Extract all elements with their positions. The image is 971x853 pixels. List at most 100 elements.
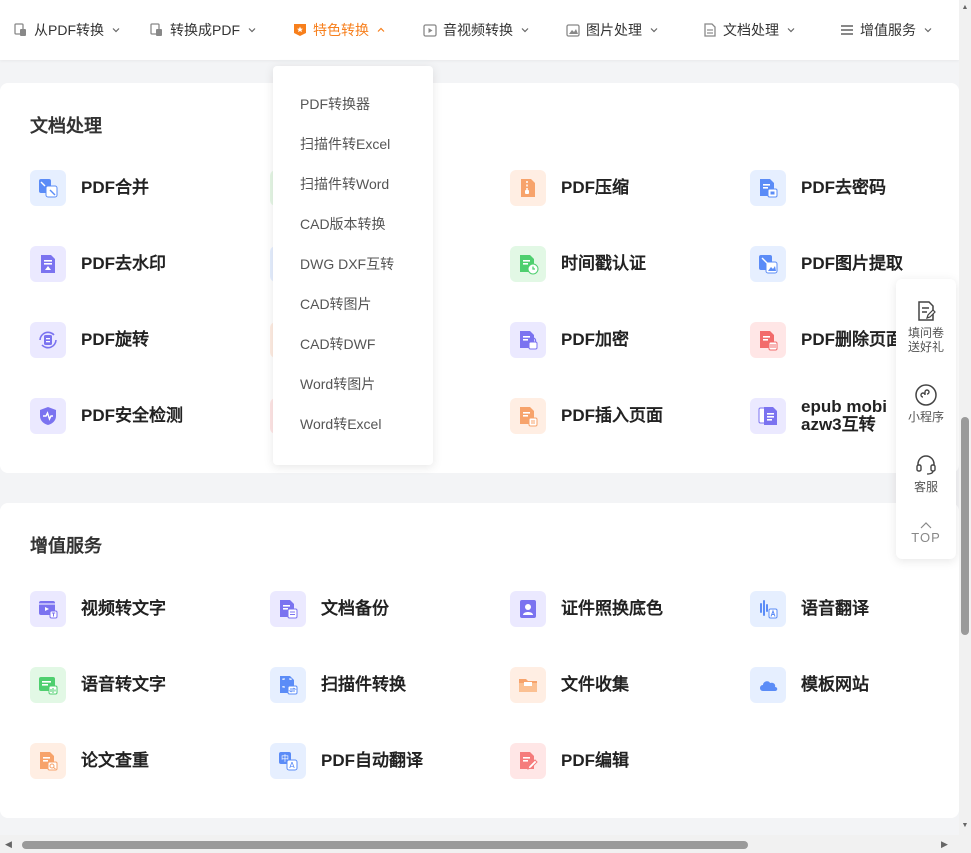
survey-label-line1: 填问卷 <box>907 326 944 340</box>
tool-pdf-unlock[interactable]: PDF去密码 <box>750 170 886 206</box>
tool-timestamp[interactable]: 时间戳认证 <box>510 246 646 282</box>
menu-item-scan-to-excel[interactable]: 扫描件转Excel <box>273 124 433 164</box>
tool-label: PDF压缩 <box>561 178 629 197</box>
edit-icon <box>510 743 546 779</box>
tool-scan-convert[interactable]: 扫描件转换 <box>270 667 406 703</box>
scan-icon <box>270 667 306 703</box>
star-badge-icon <box>293 23 307 37</box>
menu-item-scan-to-word[interactable]: 扫描件转Word <box>273 164 433 204</box>
chevron-down-icon <box>650 26 658 34</box>
tool-voice-translate[interactable]: 语音翻译 <box>750 591 869 627</box>
vertical-scrollbar[interactable]: ▲ ▼ <box>959 0 971 835</box>
play-icon <box>423 23 437 37</box>
voice-text-icon <box>30 667 66 703</box>
video-text-icon <box>30 591 66 627</box>
tool-paper-check[interactable]: 论文查重 <box>30 743 149 779</box>
menu-item-cad-version[interactable]: CAD版本转换 <box>273 204 433 244</box>
tool-label: PDF旋转 <box>81 330 149 349</box>
image-extract-icon <box>750 246 786 282</box>
tool-label: 证件照换底色 <box>561 599 663 618</box>
tool-label: 语音翻译 <box>801 599 869 618</box>
tool-pdf-compress[interactable]: PDF压缩 <box>510 170 629 206</box>
tool-template-site[interactable]: 模板网站 <box>750 667 869 703</box>
floating-side-panel: 填问卷 送好礼 小程序 客服 TOP <box>896 279 956 559</box>
delete-page-icon <box>750 322 786 358</box>
tool-pdf-watermark[interactable]: PDF去水印 <box>30 246 166 282</box>
nav-label: 增值服务 <box>860 22 916 38</box>
section-title: 文档处理 <box>30 116 102 136</box>
nav-label: 文档处理 <box>723 22 779 38</box>
tool-pdf-auto-translate[interactable]: 中A PDF自动翻译 <box>270 743 423 779</box>
tool-pdf-image-extract[interactable]: PDF图片提取 <box>750 246 903 282</box>
tool-label: 视频转文字 <box>81 599 166 618</box>
scroll-down-arrow-icon[interactable]: ▼ <box>961 822 969 830</box>
nav-from-pdf[interactable]: 从PDF转换 <box>14 0 120 60</box>
image-icon <box>566 23 580 37</box>
tool-label: 扫描件转换 <box>321 675 406 694</box>
nav-av-convert[interactable]: 音视频转换 <box>423 0 529 60</box>
mini-program-button[interactable]: 小程序 <box>896 383 956 424</box>
unlock-icon <box>750 170 786 206</box>
nav-label: 从PDF转换 <box>34 22 104 38</box>
tool-pdf-delete-page[interactable]: PDF删除页面 <box>750 322 903 358</box>
tool-pdf-insert-page[interactable]: PDF插入页面 <box>510 398 663 434</box>
tool-pdf-rotate[interactable]: PDF旋转 <box>30 322 149 358</box>
top-navigation: 从PDF转换 转换成PDF 特色转换 音视频转换 图片处理 文档处理 增值服务 <box>0 0 959 60</box>
mini-program-icon <box>914 383 938 407</box>
tool-doc-backup[interactable]: 文档备份 <box>270 591 389 627</box>
list-icon <box>840 23 854 37</box>
tool-pdf-merge[interactable]: PDF合并 <box>30 170 149 206</box>
tool-label: PDF加密 <box>561 330 629 349</box>
nav-label: 图片处理 <box>586 22 642 38</box>
tool-id-photo[interactable]: 证件照换底色 <box>510 591 663 627</box>
tool-label: 时间戳认证 <box>561 254 646 273</box>
nav-vip[interactable]: 增值服务 <box>840 0 932 60</box>
tool-video-to-text[interactable]: 视频转文字 <box>30 591 166 627</box>
customer-service-button[interactable]: 客服 <box>896 453 956 494</box>
nav-document[interactable]: 文档处理 <box>703 0 795 60</box>
tool-label: PDF合并 <box>81 178 149 197</box>
convert-icon <box>150 23 164 37</box>
menu-item-cad-to-dwf[interactable]: CAD转DWF <box>273 324 433 364</box>
menu-item-cad-to-image[interactable]: CAD转图片 <box>273 284 433 324</box>
tool-label: 文档备份 <box>321 599 389 618</box>
chevron-down-icon <box>521 26 529 34</box>
scroll-up-arrow-icon[interactable]: ▲ <box>961 4 969 12</box>
mini-program-label: 小程序 <box>907 410 944 424</box>
tool-pdf-encrypt[interactable]: PDF加密 <box>510 322 629 358</box>
tool-label: PDF删除页面 <box>801 330 903 349</box>
chevron-down-icon <box>248 26 256 34</box>
tool-pdf-security-check[interactable]: PDF安全检测 <box>30 398 183 434</box>
tool-file-collect[interactable]: 文件收集 <box>510 667 629 703</box>
tool-pdf-edit[interactable]: PDF编辑 <box>510 743 629 779</box>
pdf-file-icon <box>14 23 28 37</box>
scroll-right-arrow-icon[interactable]: ▶ <box>941 839 948 850</box>
menu-item-word-to-excel[interactable]: Word转Excel <box>273 404 433 444</box>
tool-label: PDF插入页面 <box>561 406 663 425</box>
insert-page-icon <box>510 398 546 434</box>
horizontal-scroll-thumb[interactable] <box>22 841 748 849</box>
menu-item-dwg-dxf[interactable]: DWG DXF互转 <box>273 244 433 284</box>
chevron-down-icon <box>924 26 932 34</box>
survey-button[interactable]: 填问卷 送好礼 <box>896 299 956 354</box>
back-to-top-button[interactable]: TOP <box>896 519 956 545</box>
menu-item-pdf-converter[interactable]: PDF转换器 <box>273 84 433 124</box>
headset-icon <box>914 453 938 477</box>
paper-check-icon <box>30 743 66 779</box>
nav-special[interactable]: 特色转换 <box>293 0 385 60</box>
document-tools-card: 文档处理 PDF合并 PDF压缩 PDF去密码 PDF去水印 时间戳认证 PDF… <box>0 83 959 473</box>
tool-ebook-convert[interactable]: epub mobi azw3互转 <box>750 398 901 434</box>
nav-to-pdf[interactable]: 转换成PDF <box>150 0 256 60</box>
cloud-icon <box>750 667 786 703</box>
vertical-scroll-thumb[interactable] <box>961 417 969 635</box>
horizontal-scrollbar[interactable]: ◀ ▶ <box>0 835 971 853</box>
nav-image[interactable]: 图片处理 <box>566 0 658 60</box>
scroll-left-arrow-icon[interactable]: ◀ <box>5 839 12 850</box>
tool-label: PDF图片提取 <box>801 254 903 273</box>
nav-label: 音视频转换 <box>443 22 513 38</box>
compress-icon <box>510 170 546 206</box>
customer-service-label: 客服 <box>913 480 938 494</box>
merge-icon <box>30 170 66 206</box>
tool-voice-to-text[interactable]: 语音转文字 <box>30 667 166 703</box>
menu-item-word-to-image[interactable]: Word转图片 <box>273 364 433 404</box>
